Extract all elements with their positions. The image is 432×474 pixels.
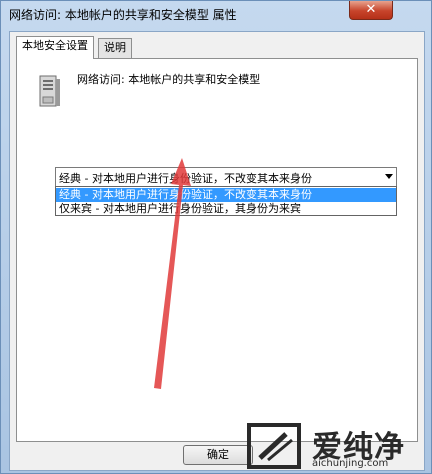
- security-model-select[interactable]: 经典 - 对本地用户进行身份验证，不改变其本来身份: [55, 167, 397, 187]
- properties-dialog: 网络访问: 本地帐户的共享和安全模型 属性 ✕ 本地安全设置 说明 网络访问: …: [0, 0, 432, 474]
- close-button[interactable]: ✕: [349, 1, 393, 20]
- watermark: 爱纯净 aichunjing.com: [244, 420, 430, 472]
- ok-button[interactable]: 确定: [183, 445, 253, 465]
- window-title: 网络访问: 本地帐户的共享和安全模型 属性: [9, 8, 237, 22]
- watermark-logo-icon: [247, 423, 301, 469]
- dialog-body: 本地安全设置 说明 网络访问: 本地帐户的共享和安全模型 经典 - 对本地用户进…: [9, 31, 425, 471]
- chevron-down-icon[interactable]: [385, 174, 393, 179]
- watermark-url: aichunjing.com: [312, 458, 389, 469]
- dropdown-list: 经典 - 对本地用户进行身份验证，不改变其本来身份 仅来宾 - 对本地用户进行身…: [55, 186, 397, 216]
- tab-explain[interactable]: 说明: [98, 38, 132, 58]
- title-bar[interactable]: 网络访问: 本地帐户的共享和安全模型 属性 ✕: [1, 1, 431, 31]
- server-icon: [39, 75, 60, 107]
- tab-local-security-setting[interactable]: 本地安全设置: [16, 36, 94, 59]
- select-value: 经典 - 对本地用户进行身份验证，不改变其本来身份: [59, 172, 312, 185]
- option-classic[interactable]: 经典 - 对本地用户进行身份验证，不改变其本来身份: [56, 188, 396, 202]
- option-guest-only[interactable]: 仅来宾 - 对本地用户进行身份验证，其身份为来宾: [56, 202, 396, 216]
- policy-name: 网络访问: 本地帐户的共享和安全模型: [77, 73, 261, 86]
- tab-panel: 网络访问: 本地帐户的共享和安全模型 经典 - 对本地用户进行身份验证，不改变其…: [16, 58, 418, 442]
